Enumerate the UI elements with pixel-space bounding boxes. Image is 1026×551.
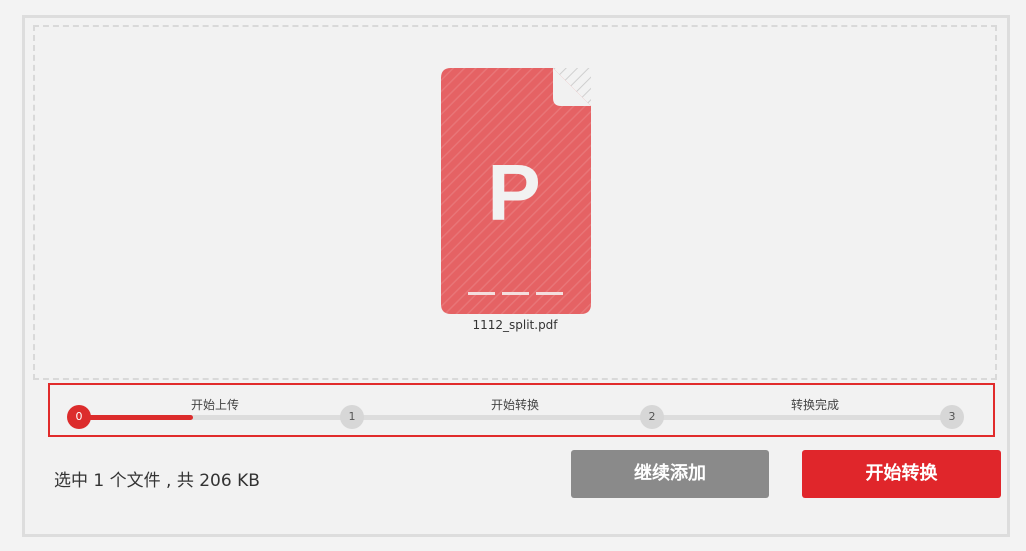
progress-fill xyxy=(80,415,194,420)
step-label-convert: 开始转换 xyxy=(490,398,539,412)
step-label-upload: 开始上传 xyxy=(190,398,239,412)
conversion-progress: 0 1 2 3 开始上传 开始转换 转换完成 xyxy=(48,383,995,437)
file-summary: 选中 1 个文件 , 共 206 KB xyxy=(54,471,260,491)
continue-add-button[interactable]: 继续添加 xyxy=(571,450,769,498)
step-node-2: 2 xyxy=(640,405,664,429)
pdf-file-icon[interactable]: P xyxy=(441,68,591,314)
file-name: 1112_split.pdf xyxy=(472,318,558,332)
progress-track xyxy=(80,415,953,420)
step-node-3: 3 xyxy=(940,405,964,429)
pdf-file-letter: P xyxy=(487,148,540,237)
step-node-0: 0 xyxy=(67,405,91,429)
step-label-complete: 转换完成 xyxy=(790,398,839,412)
step-node-1: 1 xyxy=(340,405,364,429)
start-convert-button[interactable]: 开始转换 xyxy=(802,450,1001,498)
